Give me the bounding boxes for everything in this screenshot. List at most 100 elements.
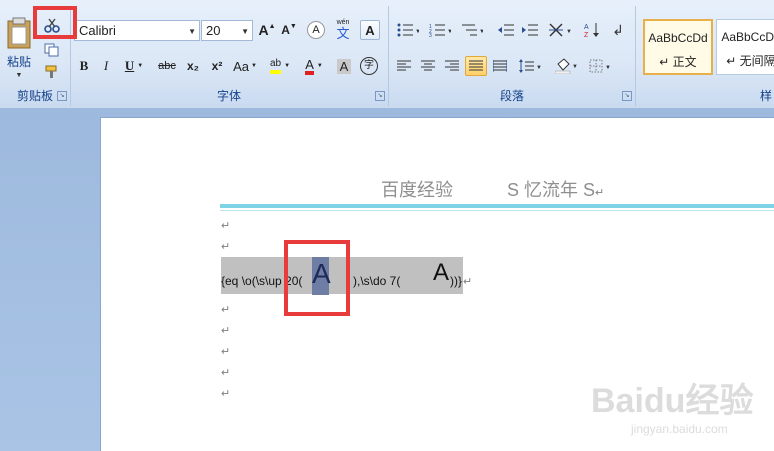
highlight-icon: ab: [269, 58, 282, 74]
chevron-down-icon: ▼: [241, 27, 249, 36]
show-marks-button[interactable]: ↲: [607, 20, 629, 40]
shading-button[interactable]: ▼: [551, 56, 581, 76]
svg-text:3: 3: [429, 33, 432, 37]
paint-bucket-icon: ▼: [555, 58, 577, 74]
selection-highlight-box: [284, 240, 350, 316]
field-code-part: ))}: [450, 274, 462, 288]
svg-text:Z: Z: [584, 32, 589, 38]
paragraph-mark: ↵: [221, 388, 231, 400]
svg-text:▼: ▼: [415, 29, 419, 35]
font-group-label: 字体: [216, 89, 241, 103]
strikethrough-button[interactable]: abc: [154, 56, 180, 76]
align-left-button[interactable]: [393, 56, 415, 76]
font-color-button[interactable]: A ▼: [298, 56, 330, 76]
borders-icon: ▼: [589, 59, 611, 73]
svg-text:▼: ▼: [572, 64, 577, 70]
paste-button[interactable]: 粘贴 ▼: [2, 14, 36, 84]
bullets-button[interactable]: ▼: [393, 20, 423, 40]
header-text: 百度经验 S 忆流年 S↵: [381, 176, 604, 202]
align-right-button[interactable]: [441, 56, 463, 76]
align-center-icon: [421, 60, 435, 71]
font-group: Calibri ▼ 20 ▼ A ▲ A ▼ A wén 文 A B I U ▼…: [70, 6, 389, 106]
dialog-launcher-icon[interactable]: ↘: [622, 91, 632, 101]
chevron-down-icon: ▼: [250, 63, 257, 69]
multilevel-list-icon: ▼: [462, 24, 483, 36]
numbering-button[interactable]: 1 2 3 ▼: [425, 20, 455, 40]
shrink-font-button[interactable]: A ▼: [279, 20, 299, 40]
svg-text:▼: ▼: [605, 65, 611, 71]
highlight-button[interactable]: ab ▼: [264, 56, 296, 76]
bullets-icon: ▼: [397, 23, 419, 37]
watermark-url: jingyan.baidu.com: [631, 422, 728, 436]
svg-text:A: A: [584, 24, 589, 31]
cut-highlight-box: [33, 6, 77, 39]
align-right-icon: [445, 60, 459, 71]
clear-format-button[interactable]: A: [305, 20, 327, 40]
svg-text:▼: ▼: [536, 65, 541, 71]
field-code-part: ),\s\do 7(: [353, 274, 401, 288]
decrease-indent-button[interactable]: [495, 20, 517, 40]
font-color-icon: A: [305, 58, 314, 75]
copy-icon: [44, 43, 59, 57]
bold-button[interactable]: B: [74, 56, 94, 76]
field-letter-a: A: [433, 259, 450, 286]
align-left-icon: [397, 60, 411, 71]
align-center-button[interactable]: [417, 56, 439, 76]
paragraph-group-label: 段落: [499, 89, 524, 103]
style-name: ↵ 正文: [659, 55, 697, 69]
style-no-spacing-tile[interactable]: AaBbCcDd ↵ 无间隔: [716, 19, 774, 75]
line-spacing-button[interactable]: ▼: [515, 56, 545, 76]
underline-icon: U: [124, 58, 135, 73]
underline-button[interactable]: U ▼: [120, 56, 148, 76]
dialog-launcher-icon[interactable]: ↘: [375, 91, 385, 101]
superscript-button[interactable]: x²: [206, 56, 228, 76]
borders-button[interactable]: ▼: [585, 56, 615, 76]
distributed-button[interactable]: [489, 56, 511, 76]
font-size-value: 20: [206, 23, 221, 38]
justify-icon: [469, 60, 483, 71]
document-page[interactable]: 百度经验 S 忆流年 S↵ ↵ ↵ {eq \o(\s\up 20( A ),\…: [100, 117, 774, 451]
sort-button[interactable]: AZ: [581, 20, 603, 40]
strikethrough-icon: abc: [158, 60, 176, 72]
enclose-characters-button[interactable]: 字: [358, 56, 380, 76]
paragraph-mark: ↵: [221, 325, 231, 337]
chinese-layout-button[interactable]: ▼: [545, 20, 575, 40]
paragraph-mark: ↵: [595, 187, 605, 199]
paragraph-group: ▼ 1 2 3 ▼ ▼ ▼ AZ ↲ ▼ ▼ ▼ 段落 ↘: [389, 6, 636, 106]
font-name-combo[interactable]: Calibri ▼: [74, 20, 200, 41]
style-sample: AaBbCcDd: [648, 31, 708, 45]
character-shading-button[interactable]: A: [334, 56, 354, 76]
multilevel-list-button[interactable]: ▼: [457, 20, 487, 40]
svg-text:▼: ▼: [479, 29, 483, 35]
style-sample: AaBbCcDd: [721, 30, 774, 44]
chevron-down-icon: ▼: [284, 63, 291, 69]
grow-font-button[interactable]: A ▲: [257, 20, 277, 40]
subscript-icon: x₂: [186, 59, 199, 73]
header-rule: [220, 204, 774, 208]
grow-font-icon: A: [258, 22, 269, 38]
eraser-icon: A: [307, 21, 325, 39]
change-case-icon: Aa: [233, 58, 249, 74]
ribbon: 粘贴 ▼ 剪贴板 ↘ Calibri ▼ 20 ▼ A ▲ A ▼ A wén …: [0, 0, 774, 109]
subscript-button[interactable]: x₂: [182, 56, 204, 76]
format-painter-button[interactable]: [40, 62, 64, 82]
style-normal-tile[interactable]: AaBbCcDd ↵ 正文: [643, 19, 713, 75]
copy-button[interactable]: [40, 40, 64, 60]
superscript-icon: x²: [211, 59, 223, 73]
distributed-icon: [493, 60, 507, 72]
phonetic-guide-button[interactable]: wén 文: [331, 18, 355, 42]
increase-indent-button[interactable]: [519, 20, 541, 40]
sort-icon: AZ: [584, 23, 599, 38]
font-size-combo[interactable]: 20 ▼: [201, 20, 253, 41]
italic-button[interactable]: I: [96, 56, 116, 76]
paragraph-mark: ↵: [221, 241, 231, 253]
chevron-down-icon: ▼: [15, 72, 23, 79]
numbering-icon: 123▼: [429, 24, 451, 37]
enclose-icon: 字: [360, 57, 378, 75]
justify-button[interactable]: [465, 56, 487, 76]
dialog-launcher-icon[interactable]: ↘: [57, 91, 67, 101]
character-border-button[interactable]: A: [360, 20, 380, 40]
styles-group: AaBbCcDd ↵ 正文 AaBbCcDd ↵ 无间隔 样: [636, 6, 774, 106]
styles-group-label: 样: [759, 89, 772, 103]
change-case-button[interactable]: Aa ▼: [230, 56, 260, 76]
